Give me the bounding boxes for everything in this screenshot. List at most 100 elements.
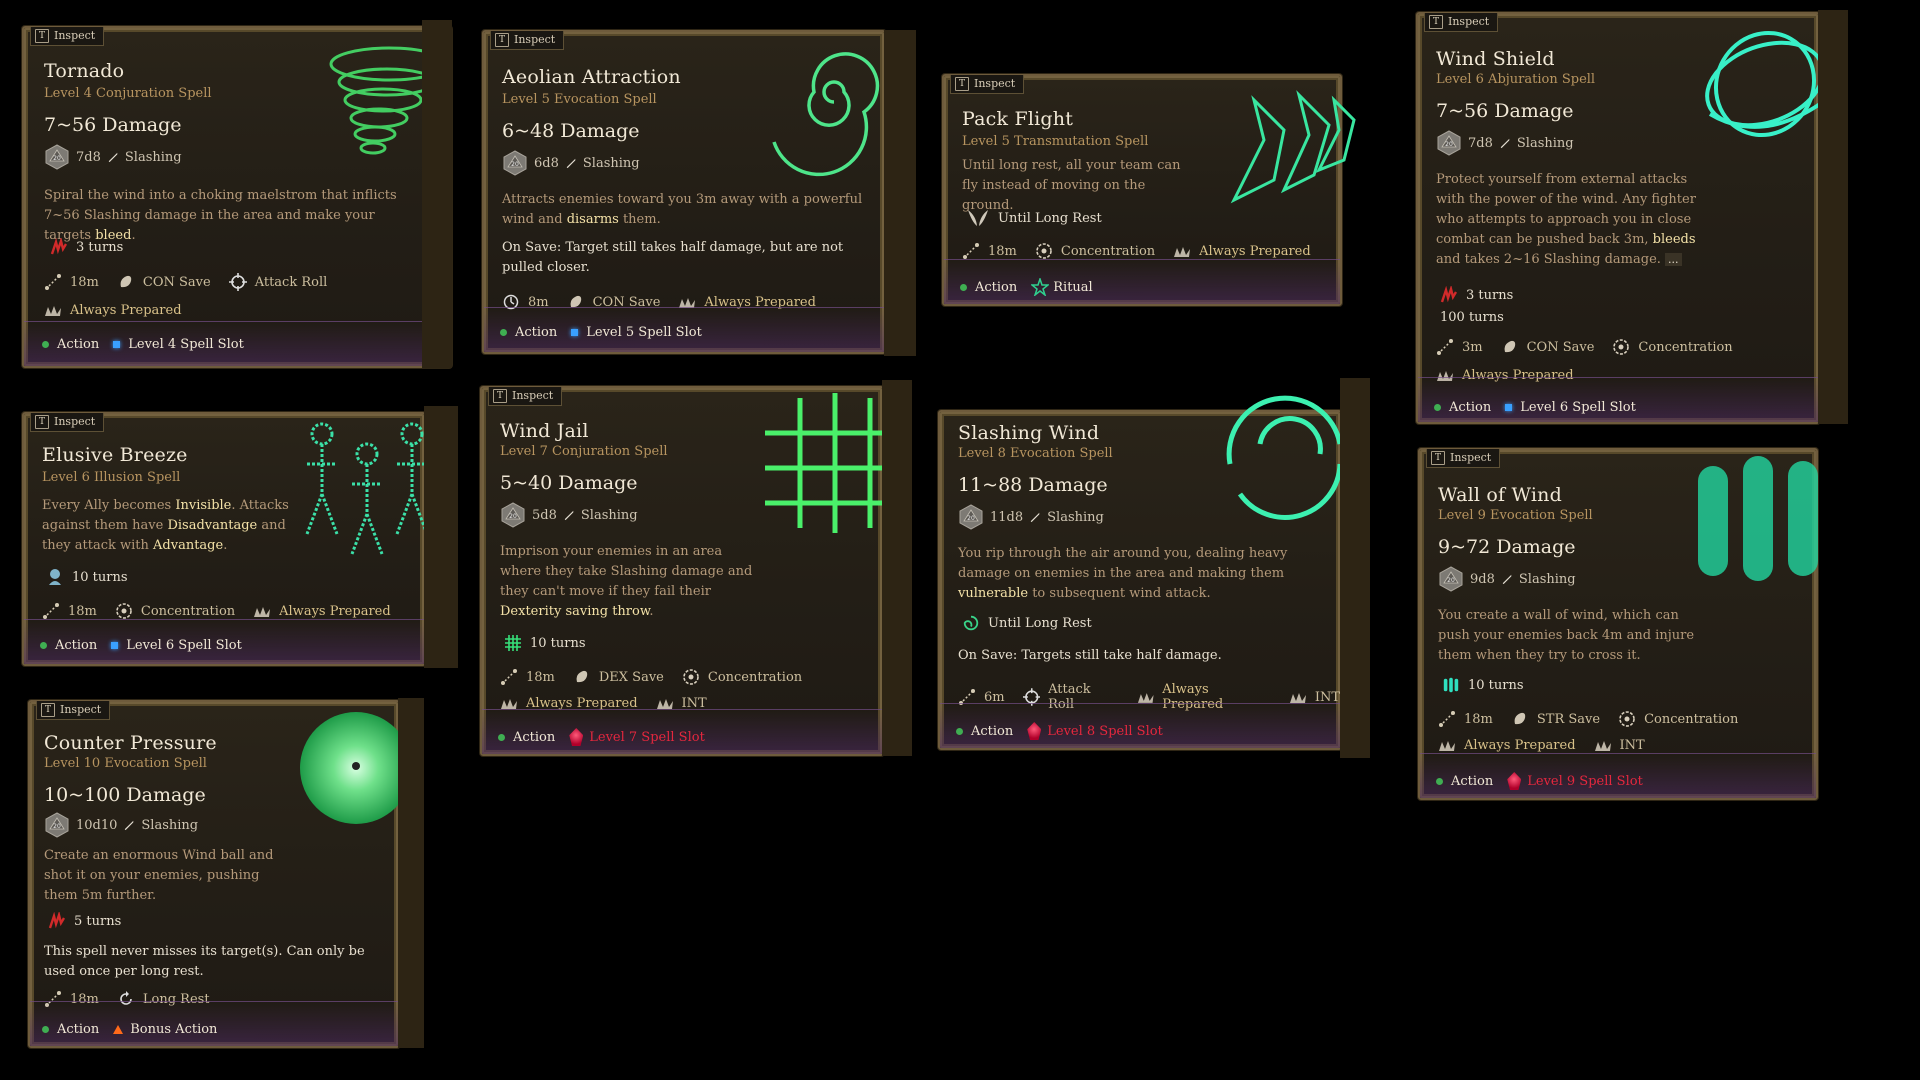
spell-subtitle: Level 4 Conjuration Spell [44,86,212,101]
spell-description: Imprison your enemies in an area where t… [500,544,753,619]
grid-icon [504,634,522,652]
save-icon [567,293,585,311]
d20-icon [502,150,528,176]
action-dot-icon [42,341,49,348]
properties-row: 18m Long Rest [44,990,210,1008]
spell-description: You create a wall of wind, which can pus… [1438,608,1695,663]
dice-row: 9d8 Slashing [1438,566,1576,592]
dice-row: 7d8 Slashing [1436,130,1574,156]
spell-subtitle: Level 5 Transmutation Spell [962,134,1149,149]
spell-description: Until long rest, all your team can fly i… [962,158,1181,213]
duration-row: 10 turns [46,568,128,586]
cost-row: Action Level 8 Spell Slot [956,722,1163,740]
cost-row: Action Level 4 Spell Slot [42,337,244,352]
damage-range: 11~88 Damage [958,474,1108,496]
always-prepared-icon [678,293,696,311]
properties-row: 18m Concentration Always Prepared [962,242,1311,260]
inspect-button[interactable]: T Inspect [950,75,1025,94]
bleed-icon [50,238,68,256]
swirl-icon [962,614,980,632]
ritual-icon [1031,278,1049,296]
duration-row: Until Long Rest [966,208,1102,228]
spell-card-slashing-wind: Slashing Wind Level 8 Evocation Spell 11… [938,395,1343,750]
spell-description: Spiral the wind into a choking maelstrom… [44,188,397,243]
slashing-icon [565,157,577,169]
wind-wall-icon [1442,676,1460,694]
long-rest-icon [117,990,135,1008]
properties-row: 18m CON Save Attack Roll [44,273,327,291]
dice-row: 10d10 Slashing [44,812,198,838]
properties-row: 8m CON Save Always Prepared [502,293,816,311]
invisible-figure-icon [46,568,64,586]
inspect-button[interactable]: T Inspect [1424,13,1499,32]
spell-card-wall-of-wind: T Inspect Wall of Wind Level 9 Evocation … [1418,448,1818,800]
dice-row: 11d8 Slashing [958,504,1104,530]
bonus-action-icon [113,1025,124,1034]
spell-card-aeolian-attraction: T Inspect Aeolian Attraction Level 5 Evoc… [482,30,886,354]
attack-roll-icon [229,273,247,291]
slashing-icon [107,151,119,163]
duration-row: 5 turns [48,912,121,930]
properties-row: 18m Concentration Always Prepared [42,602,391,620]
damage-range: 9~72 Damage [1438,536,1576,558]
damage-type: Slashing [124,149,182,165]
wolves-art [1230,90,1356,204]
on-save-text: On Save: Target still takes half damage,… [502,240,844,275]
spell-card-pack-flight: T Inspect Pack Flight Level 5 Transmutati… [942,74,1356,306]
high-level-slot-gem-icon [569,728,584,746]
duration2-row: 100 turns [1440,310,1504,325]
spell-card-counter-pressure: T Inspect Counter Pressure Level 10 Evoca… [28,700,412,1048]
prepared-row: Always Prepared INT [500,694,707,712]
inspect-key-icon: T [495,33,509,47]
spell-subtitle: Level 7 Conjuration Spell [500,444,668,459]
duration-row: 10 turns [504,634,586,652]
more-button[interactable]: ... [1665,253,1682,266]
inspect-button[interactable]: T Inspect [1426,449,1501,468]
properties-row: 6m Attack Roll Always Prepared INT [958,682,1340,712]
cost-row: Action Ritual [960,278,1093,296]
spell-title: Pack Flight [962,108,1074,130]
damage-range: 5~40 Damage [500,472,638,494]
damage-range: 10~100 Damage [44,784,206,806]
always-prepared-icon [44,301,62,319]
d20-icon [44,144,70,170]
spell-title: Slashing Wind [958,422,1100,444]
clock-icon [502,293,520,311]
inspect-key-icon: T [35,29,49,43]
damage-range: 6~48 Damage [502,120,640,142]
wind-wall-art [1698,456,1818,581]
duration-row: Until Long Rest [962,614,1092,632]
cost-row: Action Level 9 Spell Slot [1436,772,1643,790]
spell-card-tornado: T Inspect Tornado Level 4 Conjuration Spe… [22,26,452,368]
prepared-row: Always Prepared [44,301,182,319]
vortex-art [772,52,880,177]
spell-slot-icon [113,341,121,348]
inspect-button[interactable]: T Inspect [36,701,111,720]
spell-description: Attracts enemies toward you 3m away with… [502,192,863,227]
cost-row: Action Level 7 Spell Slot [498,728,705,746]
spell-description: Protect yourself from external attacks w… [1436,172,1696,267]
inspect-button[interactable]: T Inspect [30,413,105,432]
prepared-row: Always Prepared [1436,366,1574,384]
properties-row: 3m CON Save Concentration [1436,338,1733,356]
spell-subtitle: Level 8 Evocation Spell [958,446,1113,461]
spell-title: Tornado [44,60,125,82]
spell-title: Wind Jail [500,420,589,442]
inspect-button[interactable]: T Inspect [488,387,563,406]
spell-description: Every Ally becomes Invisible. Attacks ag… [42,498,289,553]
dice-row: 5d8 Slashing [500,502,638,528]
spell-card-wind-jail: T Inspect Wind Jail Level 7 Conjuration S… [480,386,905,756]
cost-row: Action Bonus Action [42,1022,217,1037]
range-icon [962,242,980,260]
prepared-row: Always Prepared INT [1438,736,1645,754]
inspect-button[interactable]: T Inspect [30,27,105,46]
concentration-icon [1612,338,1630,356]
inspect-button[interactable]: T Inspect [490,31,565,50]
spell-title: Aeolian Attraction [502,66,681,88]
spell-title: Wall of Wind [1438,484,1562,506]
wing-icon [966,208,990,228]
spell-subtitle: Level 10 Evocation Spell [44,756,207,771]
duration-row: 3 turns [50,238,123,256]
cost-row: Action Level 6 Spell Slot [1434,400,1636,415]
concentration-icon [1035,242,1053,260]
